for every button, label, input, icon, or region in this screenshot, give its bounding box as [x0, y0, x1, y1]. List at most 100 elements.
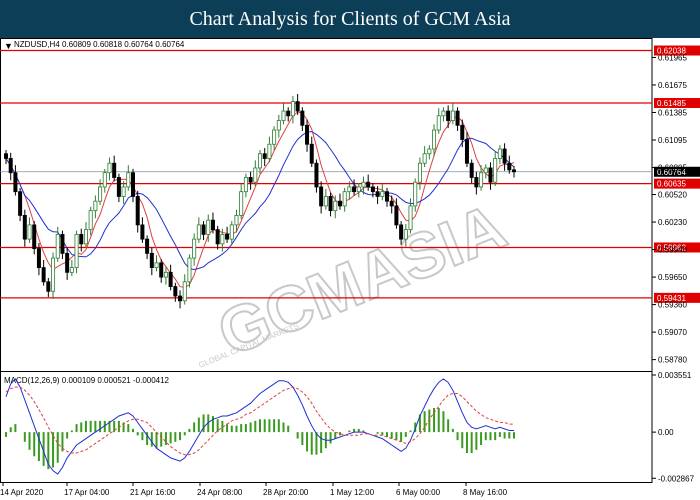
price-tick-label: 0.59940: [658, 246, 687, 255]
macd-tick-label: -0.002867: [658, 474, 695, 483]
candle-body: [347, 186, 352, 193]
candle-body: [32, 224, 37, 250]
level-price-label: 0.60635: [657, 180, 686, 189]
candle-body: [446, 110, 451, 121]
candle-body: [380, 191, 385, 197]
candle-body: [41, 267, 46, 283]
candle-body: [79, 233, 84, 245]
candle-body: [182, 281, 187, 302]
candle-body: [455, 110, 460, 126]
candle-body: [187, 257, 192, 283]
price-tick-label: 0.60520: [658, 191, 687, 200]
candle-body: [27, 224, 32, 240]
candle-body: [83, 229, 88, 245]
candle-body: [342, 191, 347, 207]
candle-body: [309, 143, 314, 164]
price-chart[interactable]: GCMASIAGLOBAL CAPITAL MARKETS 0.620380.6…: [0, 0, 700, 500]
price-tick-label: 0.61965: [658, 53, 687, 62]
candle-body: [432, 129, 437, 150]
candle-body: [178, 295, 183, 302]
candle-body: [149, 252, 154, 268]
candle-body: [479, 172, 484, 188]
macd-tick-label: 0.003551: [658, 371, 692, 380]
candle-body: [295, 101, 300, 112]
time-tick-label: 21 Apr 16:00: [130, 488, 176, 497]
candle-body: [384, 191, 389, 202]
candle-body: [239, 191, 244, 216]
candle-body: [403, 229, 408, 240]
time-tick-label: 1 May 12:00: [330, 488, 375, 497]
macd-tick-label: 0.00: [658, 428, 674, 437]
candle-body: [60, 233, 65, 254]
candle-body: [361, 181, 366, 188]
candle-body: [145, 238, 150, 254]
candle-body: [168, 271, 173, 287]
price-tick-label: 0.60230: [658, 218, 687, 227]
candle-body: [399, 224, 404, 240]
price-tick-label: 0.59360: [658, 301, 687, 310]
time-axis: 14 Apr 2020 17 Apr 04:00 21 Apr 16:00 24 Ap…: [0, 482, 508, 497]
time-tick-label: 6 May 00:00: [396, 488, 441, 497]
time-tick-label: 14 Apr 2020: [0, 488, 44, 497]
candle-body: [46, 281, 51, 292]
candle-body: [220, 233, 225, 245]
candle-body: [267, 143, 272, 159]
candle-body: [450, 110, 455, 121]
candle-body: [356, 186, 361, 193]
candle-body: [333, 200, 338, 212]
candle-body: [497, 148, 502, 159]
candle-body: [69, 267, 74, 273]
candle-body: [366, 181, 371, 188]
candle-body: [493, 158, 498, 183]
candle-body: [130, 172, 135, 197]
candle-body: [88, 210, 93, 231]
price-tick-label: 0.59650: [658, 273, 687, 282]
macd-panel-border: [0, 371, 653, 483]
candle-body: [243, 177, 248, 193]
time-tick-label: 28 Apr 20:00: [263, 488, 309, 497]
candle-body: [290, 101, 295, 117]
time-tick-label: 17 Apr 04:00: [64, 488, 110, 497]
candle-body: [116, 177, 121, 197]
candle-body: [394, 205, 399, 226]
price-tick-label: 0.59070: [658, 328, 687, 337]
candle-body: [215, 229, 220, 245]
candle-body: [135, 196, 140, 226]
candle-body: [229, 224, 234, 240]
candle-body: [196, 224, 201, 240]
candle-body: [159, 262, 164, 278]
candle-body: [234, 215, 239, 226]
candle-body: [192, 238, 197, 259]
candle-body: [154, 262, 159, 268]
price-tick-label: 0.61385: [658, 108, 687, 117]
candle-body: [163, 271, 168, 278]
price-tick-label: 0.61675: [658, 81, 687, 90]
candle-body: [272, 129, 277, 145]
candle-body: [121, 186, 126, 197]
candle-body: [427, 148, 432, 155]
candle-body: [337, 200, 342, 207]
candle-body: [507, 162, 512, 171]
candle-body: [93, 200, 98, 212]
candle-body: [225, 233, 230, 240]
candle-body: [314, 162, 319, 188]
candle-body: [408, 205, 413, 231]
candle-body: [323, 196, 328, 207]
candle-body: [18, 191, 23, 216]
candle-body: [328, 196, 333, 212]
candle-body: [112, 162, 117, 178]
candle-body: [102, 172, 107, 188]
time-tick-label: 24 Apr 08:00: [197, 488, 243, 497]
candle-body: [474, 177, 479, 188]
candle-body: [74, 233, 79, 268]
candle-body: [201, 224, 206, 235]
candle-body: [262, 153, 267, 159]
time-tick-label: 8 May 16:00: [463, 488, 508, 497]
candle-body: [460, 124, 465, 140]
candle-body: [173, 286, 178, 297]
candle-body: [389, 200, 394, 207]
candle-body: [286, 110, 291, 117]
watermark-logo: GCMASIAGLOBAL CAPITAL MARKETS: [197, 189, 516, 371]
candle-body: [107, 162, 112, 174]
candle-body: [36, 248, 41, 268]
